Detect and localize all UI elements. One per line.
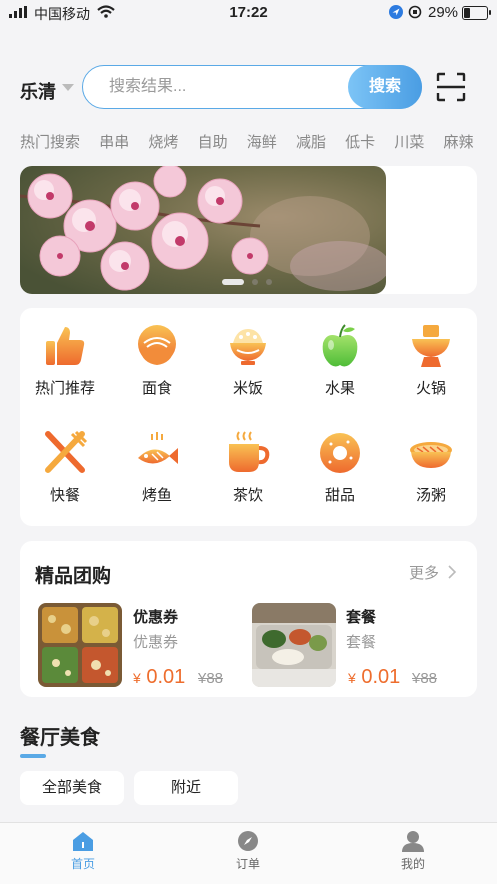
category-hot-recommend[interactable]: 热门推荐 [25, 323, 105, 398]
tab-label: 我的 [400, 857, 425, 871]
home-icon [73, 832, 93, 851]
category-label: 烤鱼 [141, 487, 172, 504]
deal-price-value: 0.01 [146, 666, 186, 688]
orientation-lock-icon [408, 5, 422, 19]
thumbs-up-icon [46, 327, 85, 365]
deal-price: ¥ 0.01 [348, 666, 400, 689]
chevron-right-icon[interactable] [447, 564, 457, 580]
tab-label: 订单 [235, 857, 260, 871]
hotpot-icon [412, 325, 450, 367]
hot-search-term[interactable]: 川菜 [394, 131, 424, 152]
tea-cup-icon [229, 431, 270, 472]
category-label: 茶饮 [232, 487, 263, 504]
category-tea[interactable]: 茶饮 [208, 430, 288, 505]
deal-item-set-meal[interactable]: 套餐 套餐 ¥ 0.01 ¥88 [252, 603, 472, 691]
currency-symbol: ¥ [348, 670, 356, 686]
hot-search-row: 热门搜索 串串 烧烤 自助 海鲜 减脂 低卡 川菜 麻辣 [20, 131, 490, 155]
section-title: 精品团购 [35, 566, 112, 587]
category-label: 甜品 [324, 487, 355, 504]
search-input[interactable] [107, 77, 341, 97]
deal-price: ¥ 0.01 [133, 666, 185, 689]
deal-image[interactable] [38, 603, 122, 687]
category-noodles[interactable]: 面食 [117, 323, 197, 398]
user-icon [402, 831, 424, 852]
category-label: 汤粥 [415, 487, 446, 504]
category-rice[interactable]: 米饭 [208, 323, 288, 398]
category-dessert[interactable]: 甜品 [300, 430, 380, 505]
hot-search-term[interactable]: 自助 [198, 131, 228, 152]
rice-bowl-icon [230, 329, 266, 365]
category-label: 米饭 [232, 380, 263, 397]
category-soup[interactable]: 汤粥 [391, 430, 471, 505]
filter-chip-nearby[interactable]: 附近 [134, 771, 238, 805]
compass-icon [238, 831, 258, 851]
filter-chip-all[interactable]: 全部美食 [20, 771, 124, 805]
hot-search-term[interactable]: 海鲜 [247, 131, 277, 152]
category-label: 水果 [324, 380, 355, 397]
location-icon [389, 5, 403, 19]
deal-price-value: 0.01 [361, 666, 401, 688]
more-link[interactable]: 更多 [409, 562, 439, 583]
city-selector[interactable]: 乐清 [20, 78, 56, 104]
deal-old-price: ¥88 [412, 670, 438, 687]
search-button[interactable]: 搜索 [348, 65, 422, 109]
battery-icon [462, 6, 491, 20]
donut-icon [320, 433, 360, 473]
deal-name: 优惠券 [133, 609, 179, 626]
banner-image[interactable] [20, 166, 386, 294]
deal-subtitle: 优惠券 [133, 634, 179, 651]
hot-search-term[interactable]: 减脂 [296, 131, 326, 152]
clock: 17:22 [229, 4, 268, 21]
scan-icon[interactable] [436, 72, 466, 102]
soup-bowl-icon [410, 442, 452, 468]
title-underline [20, 754, 46, 758]
category-label: 快餐 [49, 487, 80, 504]
battery-percent: 29% [428, 4, 459, 21]
currency-symbol: ¥ [133, 670, 141, 686]
section-title: 餐厅美食 [20, 727, 100, 749]
search-bar: 搜索 [82, 65, 422, 109]
tab-orders[interactable]: 订单 [208, 830, 288, 872]
category-grilled-fish[interactable]: 烤鱼 [117, 430, 197, 505]
deal-image[interactable] [252, 603, 336, 687]
carousel-dot-active[interactable] [222, 279, 244, 285]
category-fast-food[interactable]: 快餐 [25, 430, 105, 505]
hot-search-term[interactable]: 低卡 [345, 131, 375, 152]
hot-search-label: 热门搜索 [20, 134, 81, 151]
deal-name: 套餐 [346, 609, 377, 626]
apple-icon [322, 324, 358, 367]
category-label: 火锅 [415, 380, 446, 397]
tab-label: 首页 [70, 857, 95, 871]
deal-subtitle: 套餐 [346, 634, 377, 651]
deal-old-price: ¥88 [198, 670, 224, 687]
carousel-dot[interactable] [252, 279, 258, 285]
tab-profile[interactable]: 我的 [373, 830, 453, 872]
hot-search-term[interactable]: 串串 [99, 131, 129, 152]
hot-search-term[interactable]: 烧烤 [148, 131, 178, 152]
tab-home[interactable]: 首页 [43, 830, 123, 872]
deal-item-coupon[interactable]: 优惠券 优惠券 ¥ 0.01 ¥88 [38, 603, 238, 691]
status-bar: 中国移动 17:22 29% [0, 0, 497, 28]
carousel-dot[interactable] [266, 279, 272, 285]
chevron-down-icon[interactable] [62, 84, 74, 91]
category-hotpot[interactable]: 火锅 [391, 323, 471, 398]
fork-knife-icon [45, 430, 88, 473]
hot-search-term[interactable]: 麻辣 [444, 131, 474, 152]
category-label: 面食 [141, 380, 172, 397]
category-label: 热门推荐 [34, 380, 95, 397]
category-fruit[interactable]: 水果 [300, 323, 380, 398]
noodle-bowl-icon [138, 325, 176, 365]
grilled-fish-icon [138, 432, 178, 464]
